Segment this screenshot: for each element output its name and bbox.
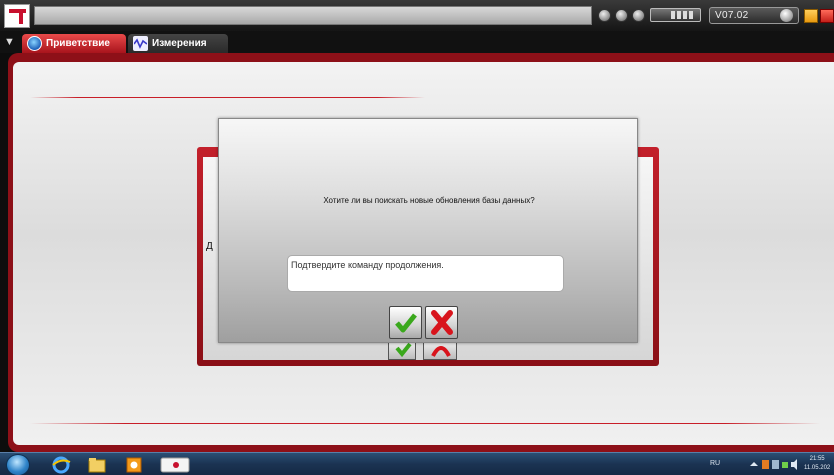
app-screen: V07.02 ▼ Приветствие Измерения Д Хотите … [0,0,834,475]
tab-measurements[interactable]: Измерения [128,34,228,53]
globe-icon [27,36,42,51]
browser-icon[interactable] [50,456,72,474]
title-field [34,6,592,25]
tab-welcome[interactable]: Приветствие [22,34,126,53]
start-button[interactable] [6,454,30,475]
confirm-message-field: Подтвердите команду продолжения. [287,255,564,292]
taskbar: RU 21:55 11.05.202 [0,452,834,475]
tab-measurements-label: Измерения [152,38,207,49]
background-dialog-text: Д [206,241,213,252]
cancel-button[interactable] [425,306,458,339]
clock-time: 21:55 [809,456,825,462]
settings-icon[interactable] [632,9,645,22]
background-ok-button [388,340,416,360]
signal-icon[interactable] [615,9,628,22]
power-icon[interactable] [598,9,611,22]
background-cancel-button [423,340,457,360]
minimize-button[interactable] [804,9,818,23]
confirm-dialog: Хотите ли вы поискать новые обновления б… [218,118,638,343]
cross-icon [431,310,453,335]
divider-line [30,423,820,424]
tab-welcome-label: Приветствие [46,38,110,49]
title-bar: V07.02 [0,0,834,31]
clock-date: 11.05.202 [804,465,831,471]
check-icon [395,313,417,333]
dialog-question: Хотите ли вы поискать новые обновления б… [323,196,535,205]
folder-icon[interactable] [86,456,108,474]
app-taskbar-icon[interactable] [160,456,190,474]
waveform-icon [133,36,148,51]
divider-line [30,97,425,98]
battery-icon [650,8,701,22]
version-label: V07.02 [715,10,749,21]
close-button[interactable] [820,9,834,23]
tab-bar: ▼ Приветствие Измерения [0,31,834,53]
clock[interactable]: 21:55 11.05.202 [804,455,830,473]
chevron-down-icon[interactable]: ▼ [4,33,20,51]
app-logo-icon[interactable] [4,4,30,28]
language-indicator[interactable]: RU [710,460,720,467]
version-slider-knob[interactable] [780,9,793,22]
outlook-icon[interactable] [123,456,145,474]
ok-button[interactable] [389,306,422,339]
version-indicator: V07.02 [709,7,799,24]
